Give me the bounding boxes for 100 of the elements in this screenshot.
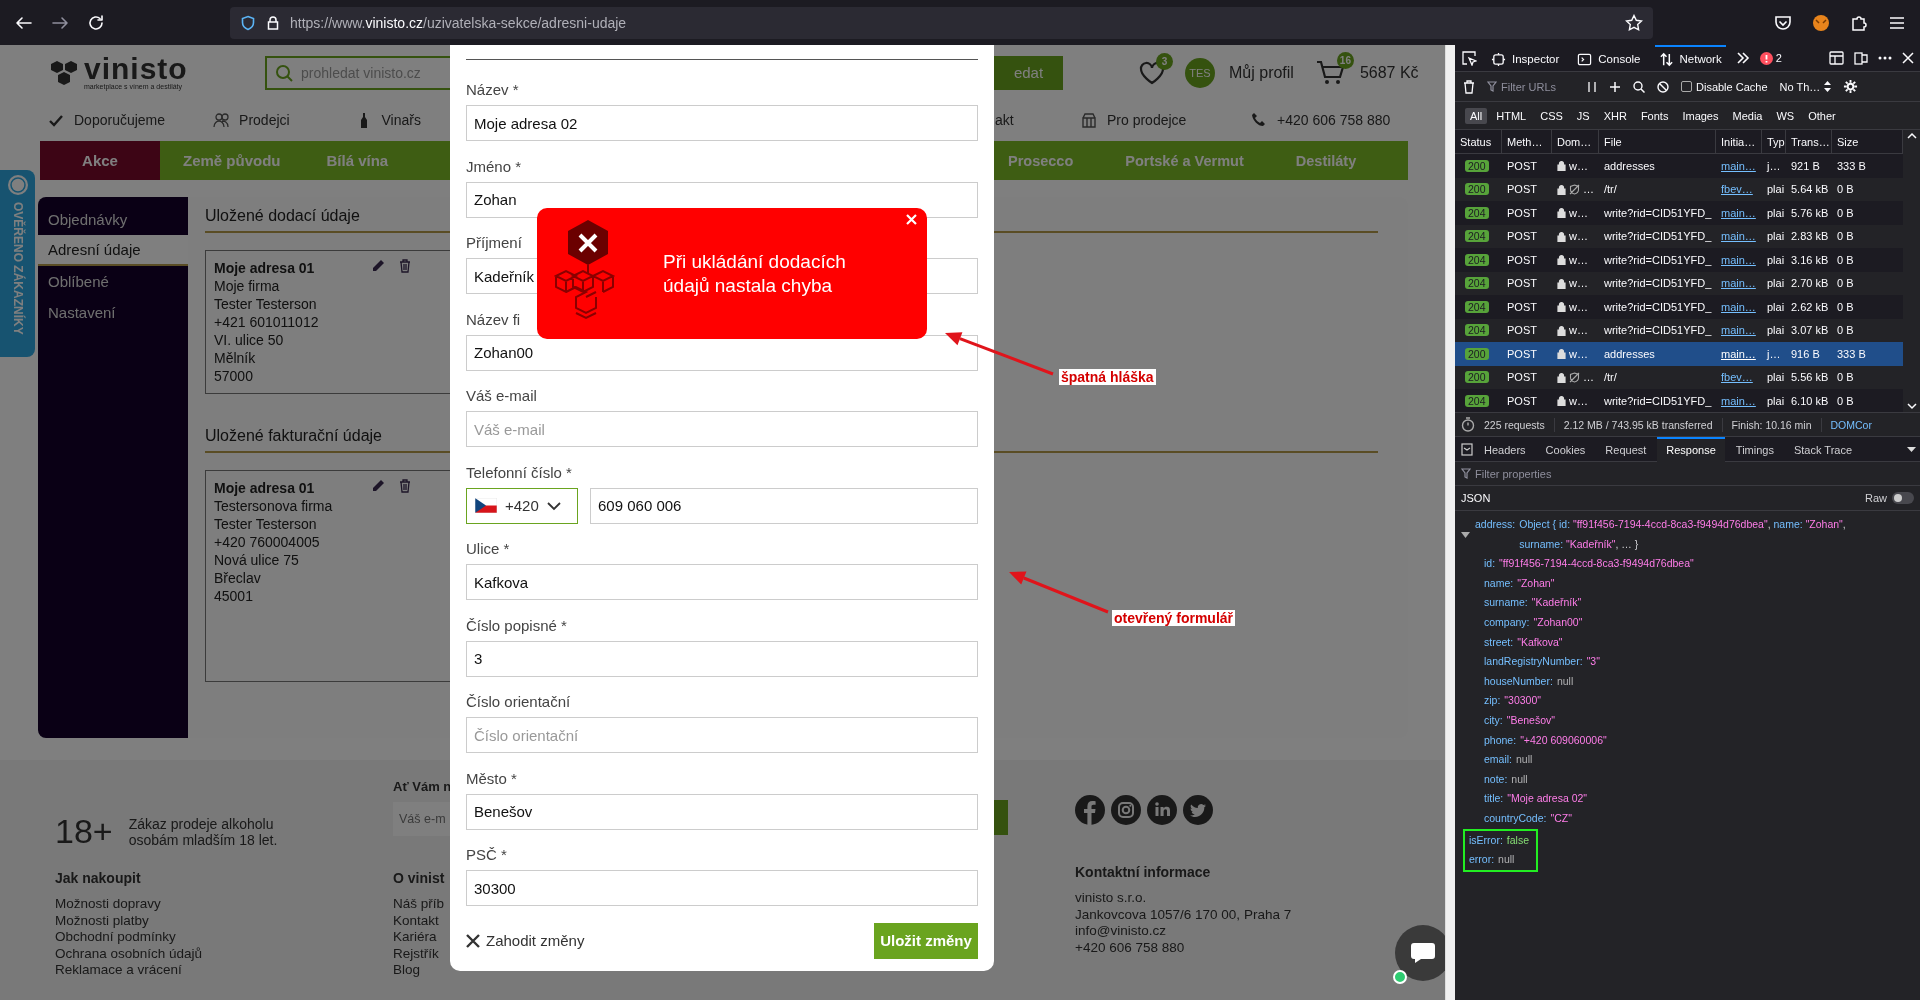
field-label: Název * [466,81,520,100]
status-badge: 200 [1465,371,1489,384]
table-cell: w… [1569,253,1588,266]
column-title: O vinist [393,870,446,886]
table-cell-text: plai [1766,324,1786,337]
json-key: error: [1469,850,1495,870]
table-cell-text: plai [1766,394,1786,407]
table-cell-text: plai [1766,277,1786,290]
status-badge: 204 [1465,253,1489,266]
table-cell-text: write?rid=CID51YFD_ [1603,206,1713,219]
column-title: Kontaktní informace [1075,864,1212,880]
json-key: email: [1484,750,1512,770]
field-label: Jméno * [466,157,523,177]
json-key: note: [1484,769,1508,790]
card-text: +421 601011012 [214,313,319,331]
card-text: Nová ulice 75 [214,551,299,569]
json-value: "Moje adresa 02" [1507,791,1588,807]
field-label: Příjmení [466,234,523,253]
table-cell-text: write?rid=CID51YFD_ [1603,324,1713,337]
json-value: "Benešov" [1506,712,1555,728]
table-cell-text: write?rid=CID51YFD_ [1603,253,1713,266]
table-cell-text: 5.76 kB [1790,206,1830,219]
table-cell-text: POST [1506,159,1538,172]
table-cell-text: plai [1766,253,1786,266]
age-notice: Zákaz prodeje alkoholu osobám mladším 18 let. [128,815,279,848]
table-cell-text: 0 B [1836,324,1855,337]
count-badge: 3 [1156,52,1173,70]
card-text: Břeclav [214,569,261,587]
status-badge: 204 [1465,277,1489,290]
table-cell: w… [1569,277,1588,290]
field-label: Název fi [466,310,522,330]
json-key: address: [1475,515,1516,555]
table-cell-text: POST [1506,347,1538,360]
table-cell-text: POST [1506,277,1538,290]
status-badge: 200 [1465,183,1489,196]
table-cell-text: POST [1506,183,1538,196]
json-key: name: [1484,573,1514,594]
status-badge: 204 [1465,230,1489,243]
count-badge: 16 [1336,51,1354,69]
error-message: Při ukládání dodacích údajů nastala chyba [663,249,847,298]
card-text: 57000 [214,367,253,385]
status-badge: 204 [1465,324,1489,337]
json-key: street: [1484,632,1514,653]
field-label: Ulice * [466,540,511,559]
table-cell-text: plai [1766,300,1786,313]
json-value: "Zohan00" [1533,614,1583,630]
table-cell-text: write?rid=CID51YFD_ [1603,394,1713,407]
table-cell-text: 3.07 kB [1790,324,1830,337]
summary-text: 2.12 MB / 743.95 kB transferred [1563,418,1713,431]
card-text: 45001 [214,587,253,605]
field-label: Číslo orientační [466,693,572,712]
table-cell-text: POST [1506,206,1538,219]
column-title: Jak nakoupit [55,870,142,886]
table-cell-text: POST [1506,300,1538,313]
card-title: Moje adresa 01 [214,479,315,497]
table-cell-text: 0 B [1836,230,1855,243]
table-cell-text: 2.62 kB [1790,300,1830,313]
table-cell-text: plai [1766,230,1786,243]
table-cell-text: 0 B [1836,394,1855,407]
table-cell-text: 5.56 kB [1790,371,1830,384]
json-value: null [1516,752,1533,768]
table-cell-text: 0 B [1836,371,1855,384]
card-text: VI. ulice 50 [214,331,284,349]
json-key: surname: [1484,593,1528,613]
card-text: Tester Testerson [214,515,317,533]
annotation-text: špatná hláška [1059,369,1156,385]
json-value: "+420 609060006" [1520,732,1607,748]
toggle-label: Raw [1865,492,1887,504]
table-cell-text: plai [1766,183,1786,196]
table-cell-text: 6.10 kB [1790,394,1830,407]
table-cell-text: 0 B [1836,206,1855,219]
json-value: null [1556,673,1574,689]
contact-text: +420 606 758 880 [1075,939,1185,956]
table-cell: w… [1569,206,1588,219]
table-cell-text: /tr/ [1603,371,1618,384]
table-cell-text: addresses [1603,159,1656,172]
table-cell-text: POST [1506,394,1538,407]
table-cell-text: 0 B [1836,183,1855,196]
table-cell-text: 0 B [1836,277,1855,290]
json-key: phone: [1484,730,1517,751]
json-value: "Kafkova" [1517,634,1563,650]
table-cell-text: 3.16 kB [1790,253,1830,266]
table-cell-text: POST [1506,324,1538,337]
json-key: id: [1484,554,1496,574]
status-badge: 200 [1465,159,1489,172]
table-cell-text: write?rid=CID51YFD_ [1603,230,1713,243]
table-cell-text: POST [1506,371,1538,384]
table-cell-text: 2.70 kB [1790,277,1830,290]
table-cell-text: plai [1766,371,1786,384]
card-title: Moje adresa 01 [214,259,315,277]
json-value: null [1498,852,1515,868]
status-badge: 204 [1465,394,1489,407]
table-cell-text: 0 B [1836,253,1855,266]
table-cell-text: 0 B [1836,300,1855,313]
contact-text: info@vinisto.cz [1075,923,1166,940]
card-text: Testersonova firma [214,497,333,515]
table-cell: w… [1569,394,1588,407]
card-text: +420 760004005 [214,533,320,551]
json-value: "3" [1586,654,1600,670]
json-value: false [1506,832,1530,848]
